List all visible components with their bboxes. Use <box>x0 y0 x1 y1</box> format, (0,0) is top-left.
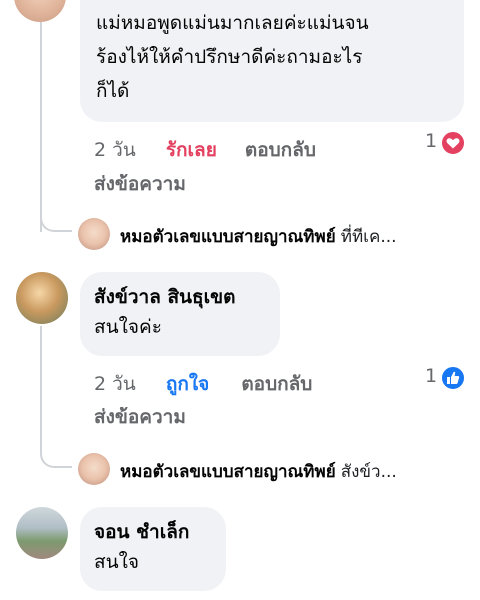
heart-icon[interactable] <box>440 130 466 156</box>
like-icon[interactable] <box>440 365 466 391</box>
reply-author[interactable]: หมอตัวเลขแบบสายญาณทิพย์ <box>120 462 336 482</box>
comment-actions: 2 วัน รักเลย ตอบกลับ <box>94 135 316 165</box>
reaction-count[interactable]: 1 <box>425 130 437 152</box>
comment-time[interactable]: 2 วัน <box>94 139 136 161</box>
send-message-button[interactable]: ส่งข้อความ <box>94 402 186 432</box>
comment-author[interactable]: จอน ชำเล็ก <box>94 519 212 545</box>
reply-button[interactable]: ตอบกลับ <box>245 139 316 161</box>
like-reaction-button[interactable]: ถูกใจ <box>166 373 209 395</box>
reaction-count[interactable]: 1 <box>425 365 437 387</box>
thread-curve <box>40 434 72 468</box>
reply-author[interactable]: หมอตัวเลขแบบสายญาณทิพย์ <box>120 227 336 247</box>
reply-snippet: ที่ทีเค... <box>340 227 397 247</box>
send-message-button[interactable]: ส่งข้อความ <box>94 169 186 199</box>
comment-bubble: จอน ชำเล็ก สนใจ <box>80 507 226 591</box>
comment-author[interactable]: สังข์วาล สินธุเขต <box>94 284 266 310</box>
reply-preview[interactable]: หมอตัวเลขแบบสายญาณทิพย์ ที่ทีเค... <box>120 223 397 250</box>
reply-button[interactable]: ตอบกลับ <box>241 373 312 395</box>
avatar[interactable] <box>14 0 66 22</box>
avatar[interactable] <box>78 218 110 250</box>
thread-line <box>40 326 42 436</box>
comment-time[interactable]: 2 วัน <box>94 373 136 395</box>
avatar[interactable] <box>16 507 68 559</box>
comment-text: แม่หมอพูดแม่นมากเลยค่ะแม่นจน ร้องไห้ให้ค… <box>96 12 369 102</box>
avatar[interactable] <box>78 453 110 485</box>
comment-text: สนใจค่ะ <box>94 316 162 338</box>
comment-actions: 2 วัน ถูกใจ ตอบกลับ <box>94 369 312 399</box>
avatar[interactable] <box>16 272 68 324</box>
reply-snippet: สังข์ว... <box>340 462 397 482</box>
comment-bubble: แม่หมอพูดแม่นมากเลยค่ะแม่นจน ร้องไห้ให้ค… <box>80 0 464 122</box>
thread-curve <box>40 198 72 232</box>
reply-preview[interactable]: หมอตัวเลขแบบสายญาณทิพย์ สังข์ว... <box>120 458 397 485</box>
comment-bubble: สังข์วาล สินธุเขต สนใจค่ะ <box>80 272 280 356</box>
love-reaction-button[interactable]: รักเลย <box>166 139 217 161</box>
comment-text: สนใจ <box>94 551 139 573</box>
